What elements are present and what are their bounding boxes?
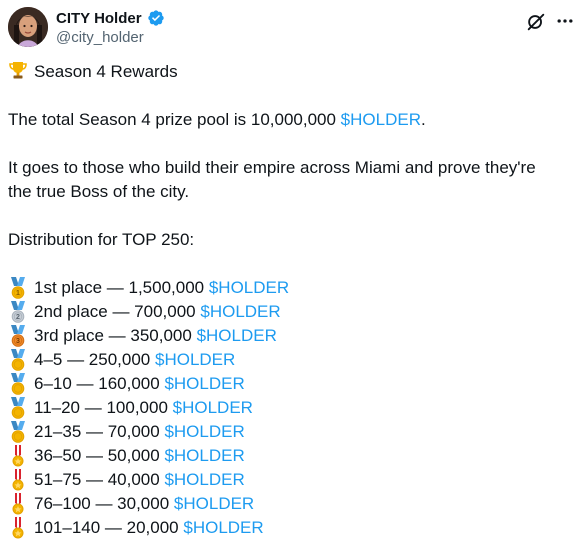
distribution-row-text: 6–10 — 160,000 bbox=[34, 374, 165, 393]
trophy-icon bbox=[8, 60, 28, 80]
distribution-row-text: 21–35 — 70,000 bbox=[34, 422, 165, 441]
prize-pool-text: The total Season 4 prize pool is 10,000,… bbox=[8, 110, 341, 129]
first-place-medal-icon: 1 bbox=[11, 277, 25, 299]
distribution-row: 101–140 — 20,000 $HOLDER bbox=[8, 516, 573, 540]
svg-text:3: 3 bbox=[16, 338, 20, 345]
description-line-1: It goes to those who build their empire … bbox=[8, 158, 536, 177]
cashtag-link[interactable]: $HOLDER bbox=[155, 348, 235, 372]
cashtag-link[interactable]: $HOLDER bbox=[197, 324, 277, 348]
military-medal-icon bbox=[12, 445, 24, 467]
author-handle[interactable]: @city_holder bbox=[56, 29, 165, 47]
distribution-row: 76–100 — 30,000 $HOLDER bbox=[8, 492, 573, 516]
svg-text:2: 2 bbox=[16, 314, 20, 321]
cashtag-link[interactable]: $HOLDER bbox=[183, 516, 263, 540]
distribution-row-text: 36–50 — 50,000 bbox=[34, 446, 165, 465]
cashtag-link[interactable]: $HOLDER bbox=[164, 444, 244, 468]
cashtag-link[interactable]: $HOLDER bbox=[164, 420, 244, 444]
distribution-row-text: 4–5 — 250,000 bbox=[34, 350, 155, 369]
distribution-row-text: 3rd place — 350,000 bbox=[34, 326, 197, 345]
distribution-row: 21–35 — 70,000 $HOLDER bbox=[8, 420, 573, 444]
distribution-row: 51–75 — 40,000 $HOLDER bbox=[8, 468, 573, 492]
post-title: Season 4 Rewards bbox=[34, 62, 178, 81]
post-header: CITY Holder @city_holder bbox=[8, 5, 577, 47]
distribution-row: 36–50 — 50,000 $HOLDER bbox=[8, 444, 573, 468]
author-display-name[interactable]: CITY Holder bbox=[56, 10, 142, 27]
sports-medal-icon bbox=[11, 373, 25, 395]
post-text: Season 4 Rewards The total Season 4 priz… bbox=[8, 60, 573, 540]
distribution-list: 1 1st place — 1,500,000 $HOLDER 2 2nd place… bbox=[8, 276, 573, 540]
prize-pool-end: . bbox=[420, 110, 426, 129]
cashtag-link[interactable]: $HOLDER bbox=[174, 492, 254, 516]
cashtag-link[interactable]: $HOLDER bbox=[341, 110, 421, 129]
distribution-row-text: 101–140 — 20,000 bbox=[34, 518, 184, 537]
distribution-heading: Distribution for TOP 250: bbox=[8, 230, 195, 249]
svg-text:1: 1 bbox=[16, 290, 20, 297]
military-medal-icon bbox=[12, 469, 24, 491]
verified-badge-icon bbox=[147, 9, 165, 27]
grok-icon[interactable] bbox=[525, 11, 547, 33]
cashtag-link[interactable]: $HOLDER bbox=[173, 396, 253, 420]
distribution-row: 4–5 — 250,000 $HOLDER bbox=[8, 348, 573, 372]
distribution-row-text: 76–100 — 30,000 bbox=[34, 494, 174, 513]
post-title-line: Season 4 Rewards bbox=[8, 60, 573, 84]
distribution-row-text: 11–20 — 100,000 bbox=[34, 398, 173, 417]
sports-medal-icon bbox=[11, 349, 25, 371]
military-medal-icon bbox=[12, 493, 24, 515]
cashtag-link[interactable]: $HOLDER bbox=[164, 372, 244, 396]
distribution-row: 3 3rd place — 350,000 $HOLDER bbox=[8, 324, 573, 348]
distribution-row: 2 2nd place — 700,000 $HOLDER bbox=[8, 300, 573, 324]
distribution-row: 6–10 — 160,000 $HOLDER bbox=[8, 372, 573, 396]
sports-medal-icon bbox=[11, 397, 25, 419]
distribution-row-text: 1st place — 1,500,000 bbox=[34, 278, 209, 297]
description-line-2: the true Boss of the city. bbox=[8, 182, 190, 201]
cashtag-link[interactable]: $HOLDER bbox=[164, 468, 244, 492]
military-medal-icon bbox=[12, 517, 24, 539]
third-place-medal-icon: 3 bbox=[11, 325, 25, 347]
sports-medal-icon bbox=[11, 421, 25, 443]
avatar[interactable] bbox=[8, 7, 48, 47]
distribution-row: 1 1st place — 1,500,000 $HOLDER bbox=[8, 276, 573, 300]
cashtag-link[interactable]: $HOLDER bbox=[209, 276, 289, 300]
more-options-icon[interactable] bbox=[553, 9, 577, 33]
prize-pool-line: The total Season 4 prize pool is 10,000,… bbox=[8, 108, 573, 132]
distribution-row-text: 2nd place — 700,000 bbox=[34, 302, 201, 321]
distribution-row-text: 51–75 — 40,000 bbox=[34, 470, 165, 489]
cashtag-link[interactable]: $HOLDER bbox=[200, 300, 280, 324]
distribution-row: 11–20 — 100,000 $HOLDER bbox=[8, 396, 573, 420]
second-place-medal-icon: 2 bbox=[11, 301, 25, 323]
